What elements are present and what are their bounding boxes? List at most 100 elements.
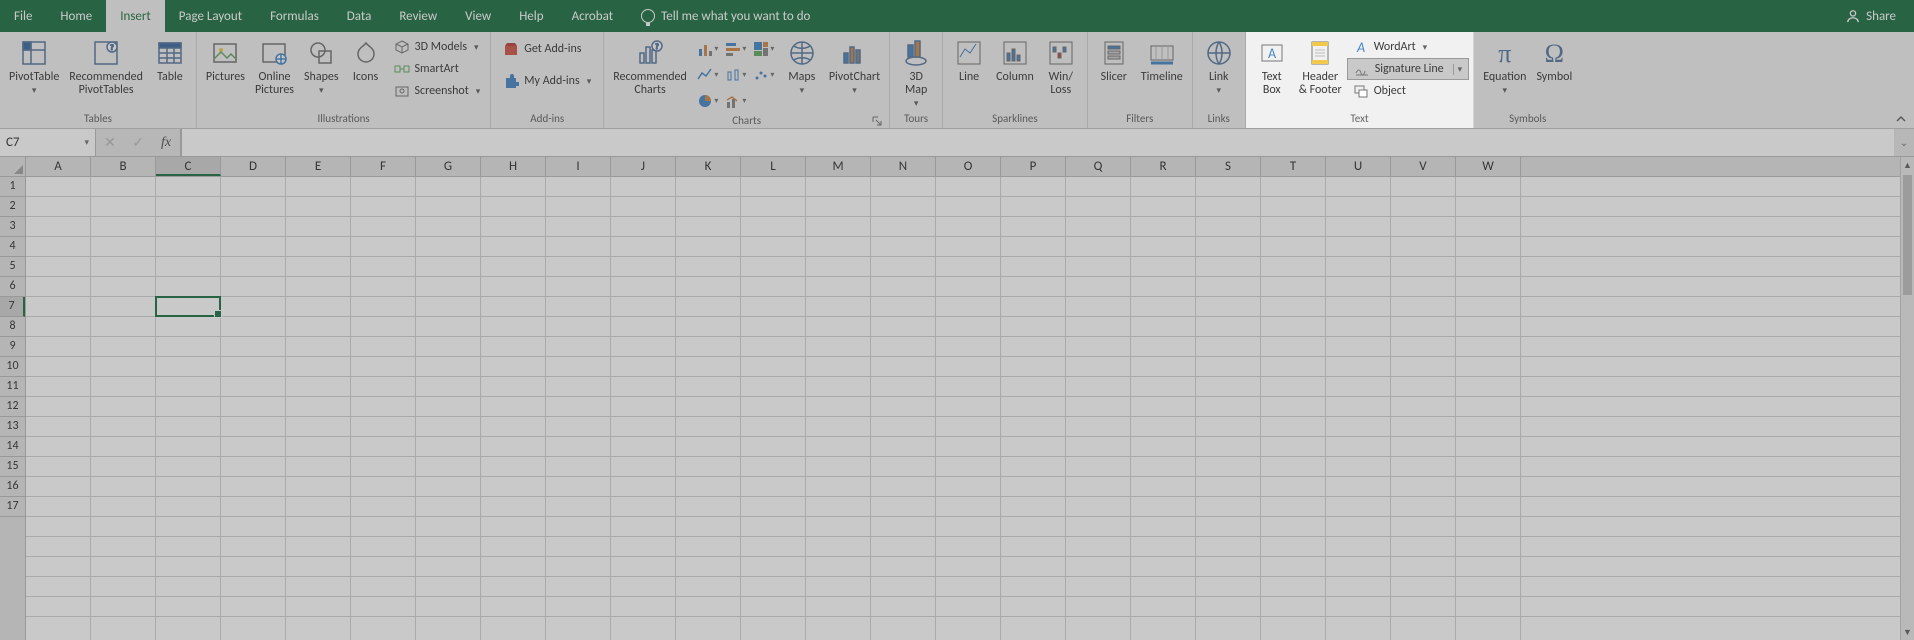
enter-formula-button[interactable]: ✓: [124, 134, 152, 151]
column-header-N[interactable]: N: [871, 157, 936, 176]
row-header-11[interactable]: 11: [0, 377, 25, 397]
expand-formula-bar-button[interactable]: ⌄: [1894, 129, 1914, 156]
screenshot-button[interactable]: Screenshot ▾: [388, 80, 487, 102]
dialog-launcher-charts[interactable]: [871, 115, 883, 127]
row-header-2[interactable]: 2: [0, 197, 25, 217]
dropdown-caret-icon[interactable]: ▾: [84, 137, 89, 148]
row-header-3[interactable]: 3: [0, 217, 25, 237]
column-header-K[interactable]: K: [676, 157, 741, 176]
timeline-button[interactable]: Timeline: [1136, 34, 1188, 84]
3d-models-button[interactable]: 3D Models ▾: [388, 36, 487, 58]
column-header-D[interactable]: D: [221, 157, 286, 176]
column-header-J[interactable]: J: [611, 157, 676, 176]
shapes-button[interactable]: Shapes ▾: [299, 34, 344, 97]
column-header-V[interactable]: V: [1391, 157, 1456, 176]
tab-home[interactable]: Home: [46, 0, 106, 32]
selected-cell[interactable]: [155, 296, 221, 317]
3d-map-button[interactable]: 3D Map ▾: [894, 34, 938, 110]
formula-input[interactable]: [181, 129, 1894, 156]
maps-button[interactable]: Maps ▾: [780, 34, 824, 97]
column-header-O[interactable]: O: [936, 157, 1001, 176]
tab-file[interactable]: File: [0, 0, 46, 32]
column-header-M[interactable]: M: [806, 157, 871, 176]
text-box-button[interactable]: A Text Box: [1250, 34, 1294, 97]
column-header-G[interactable]: G: [416, 157, 481, 176]
sparkline-column-button[interactable]: Column: [991, 34, 1039, 84]
row-header-7[interactable]: 7: [0, 297, 25, 317]
row-header-14[interactable]: 14: [0, 437, 25, 457]
column-chart-button[interactable]: ▾: [696, 38, 720, 60]
tab-formulas[interactable]: Formulas: [256, 0, 333, 32]
row-header-15[interactable]: 15: [0, 457, 25, 477]
row-header-13[interactable]: 13: [0, 417, 25, 437]
column-header-W[interactable]: W: [1456, 157, 1521, 176]
combo-chart-button[interactable]: ▾: [724, 90, 748, 112]
column-header-Q[interactable]: Q: [1066, 157, 1131, 176]
object-button[interactable]: Object: [1347, 80, 1470, 102]
insert-function-button[interactable]: fx: [152, 135, 180, 151]
link-button[interactable]: Link ▾: [1197, 34, 1241, 97]
my-addins-button[interactable]: My Add-ins ▾: [497, 70, 597, 92]
row-header-10[interactable]: 10: [0, 357, 25, 377]
table-button[interactable]: Table: [148, 34, 192, 84]
symbol-button[interactable]: Ω Symbol: [1531, 34, 1577, 84]
column-header-A[interactable]: A: [26, 157, 91, 176]
row-header-16[interactable]: 16: [0, 477, 25, 497]
row-header-9[interactable]: 9: [0, 337, 25, 357]
scatter-chart-button[interactable]: ▾: [752, 64, 776, 86]
tab-insert[interactable]: Insert: [106, 0, 165, 32]
sparkline-line-button[interactable]: Line: [947, 34, 991, 84]
row-header-5[interactable]: 5: [0, 257, 25, 277]
pictures-button[interactable]: Pictures: [201, 34, 250, 84]
tell-me-search[interactable]: Tell me what you want to do: [627, 0, 824, 32]
row-header-8[interactable]: 8: [0, 317, 25, 337]
icons-button[interactable]: Icons: [344, 34, 388, 84]
tab-pagelayout[interactable]: Page Layout: [165, 0, 256, 32]
cells-area[interactable]: [26, 177, 1900, 640]
pie-chart-button[interactable]: ▾: [696, 90, 720, 112]
column-header-C[interactable]: C: [156, 157, 221, 176]
online-pictures-button[interactable]: Online Pictures: [250, 34, 299, 97]
column-header-E[interactable]: E: [286, 157, 351, 176]
tab-help[interactable]: Help: [505, 0, 557, 32]
header-footer-button[interactable]: Header & Footer: [1294, 34, 1347, 97]
scrollbar-thumb[interactable]: [1903, 175, 1912, 295]
column-header-L[interactable]: L: [741, 157, 806, 176]
sparkline-winloss-button[interactable]: Win/ Loss: [1039, 34, 1083, 97]
column-header-S[interactable]: S: [1196, 157, 1261, 176]
tab-data[interactable]: Data: [333, 0, 386, 32]
share-button[interactable]: Share: [1828, 0, 1914, 32]
tab-acrobat[interactable]: Acrobat: [558, 0, 628, 32]
collapse-ribbon-button[interactable]: [1894, 112, 1908, 126]
column-header-P[interactable]: P: [1001, 157, 1066, 176]
column-header-I[interactable]: I: [546, 157, 611, 176]
column-header-U[interactable]: U: [1326, 157, 1391, 176]
treemap-chart-button[interactable]: ▾: [752, 38, 776, 60]
tab-view[interactable]: View: [451, 0, 505, 32]
wordart-button[interactable]: A WordArt ▾: [1347, 36, 1470, 58]
row-header-6[interactable]: 6: [0, 277, 25, 297]
row-header-1[interactable]: 1: [0, 177, 25, 197]
slicer-button[interactable]: Slicer: [1092, 34, 1136, 84]
name-box[interactable]: C7 ▾: [0, 129, 96, 156]
column-header-H[interactable]: H: [481, 157, 546, 176]
signature-line-button[interactable]: Signature Line ▾: [1347, 58, 1470, 80]
select-all-corner[interactable]: [0, 157, 26, 177]
column-header-R[interactable]: R: [1131, 157, 1196, 176]
stat-chart-button[interactable]: ▾: [724, 64, 748, 86]
cancel-formula-button[interactable]: ✕: [96, 134, 124, 151]
row-header-4[interactable]: 4: [0, 237, 25, 257]
vertical-scrollbar[interactable]: ▲ ▼: [1900, 157, 1914, 640]
equation-button[interactable]: π Equation ▾: [1478, 34, 1531, 97]
column-header-F[interactable]: F: [351, 157, 416, 176]
scroll-up-icon[interactable]: ▲: [1901, 157, 1914, 173]
tab-review[interactable]: Review: [385, 0, 451, 32]
row-header-17[interactable]: 17: [0, 497, 25, 517]
line-chart-button[interactable]: ▾: [696, 64, 720, 86]
pivottable-button[interactable]: PivotTable ▾: [4, 34, 64, 97]
bar-chart-button[interactable]: ▾: [724, 38, 748, 60]
smartart-button[interactable]: SmartArt: [388, 58, 487, 80]
scroll-down-icon[interactable]: ▼: [1901, 624, 1914, 640]
column-header-B[interactable]: B: [91, 157, 156, 176]
recommended-charts-button[interactable]: ? Recommended Charts: [608, 34, 692, 97]
